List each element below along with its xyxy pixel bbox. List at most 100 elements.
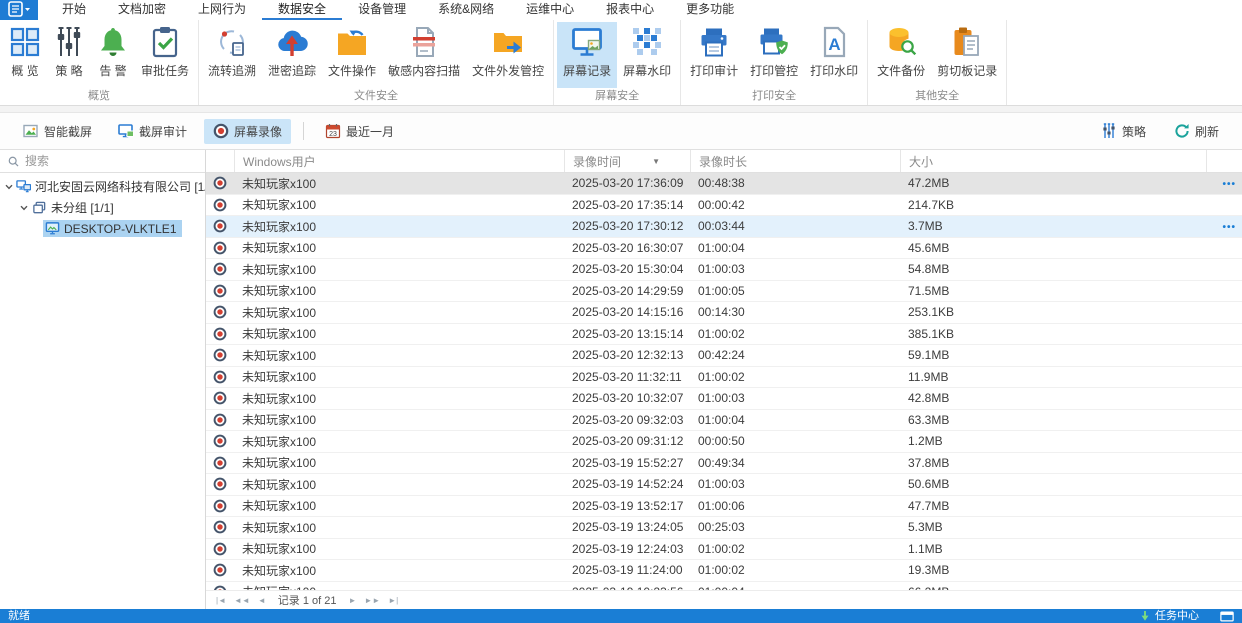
menu-tab[interactable]: 数据安全 (262, 0, 343, 20)
record-icon (213, 348, 227, 362)
menu-tab[interactable]: 运维中心 (510, 0, 590, 20)
ribbon-button-label: 屏幕水印 (623, 64, 672, 78)
app-menu-button[interactable] (0, 0, 38, 20)
cell-user: 未知玩家x100 (242, 219, 317, 234)
pagination-prev-button[interactable]: ◄ (254, 596, 270, 605)
tree-node-company[interactable]: 河北安固云网络科技有限公司 [1/1] (0, 176, 205, 197)
cell-duration: 00:14:30 (698, 305, 745, 320)
folder-out-icon (492, 26, 524, 58)
cell-duration: 00:03:44 (698, 219, 745, 234)
ribbon-button[interactable]: 敏感内容扫描 (382, 22, 466, 88)
table-row[interactable]: 未知玩家x100 2025-03-20 12:32:13 00:42:24 59.1M… (206, 345, 1242, 367)
tree-node-label: 河北安固云网络科技有限公司 [1/1] (35, 180, 205, 194)
tree-node-ungrouped[interactable]: 未分组 [1/1] (0, 197, 205, 218)
cell-actions: ••• (1206, 176, 1242, 190)
table-row[interactable]: 未知玩家x100 2025-03-20 17:30:12 00:03:44 3.7MB… (206, 216, 1242, 238)
ribbon-group: 屏幕记录 屏幕水印 屏幕安全 (554, 20, 682, 105)
column-header-size[interactable]: 大小 (900, 150, 1206, 172)
table-row[interactable]: 未知玩家x100 2025-03-19 15:52:27 00:49:34 37.8M… (206, 452, 1242, 474)
table-body: 未知玩家x100 2025-03-20 17:36:09 00:48:38 47.2M… (206, 173, 1242, 609)
ribbon-button[interactable]: 告 警 (91, 22, 135, 88)
chevron-down-icon[interactable] (4, 182, 14, 192)
record-cell (206, 348, 234, 362)
toolbar-divider (303, 122, 305, 140)
table-row[interactable]: 未知玩家x100 2025-03-20 11:32:11 01:00:02 11.9M… (206, 366, 1242, 388)
column-header-time[interactable]: 录像时间 ▼ (564, 150, 690, 172)
cell-size: 253.1KB (908, 305, 955, 320)
ribbon-button[interactable]: 屏幕水印 (617, 22, 677, 88)
pagination-next-button[interactable]: ► (344, 596, 360, 605)
pagination-last-button[interactable]: ►| (384, 596, 402, 605)
table-row[interactable]: 未知玩家x100 2025-03-20 17:36:09 00:48:38 47.2M… (206, 173, 1242, 195)
task-center-button[interactable]: 任务中心 (1155, 610, 1199, 623)
ribbon-button[interactable]: 审批任务 (135, 22, 195, 88)
cell-user: 未知玩家x100 (242, 413, 317, 428)
ribbon-button[interactable]: 打印管控 (744, 22, 804, 88)
table-row[interactable]: 未知玩家x100 2025-03-19 13:24:05 00:25:03 5.3MB (206, 517, 1242, 539)
ribbon-button-label: 流转追溯 (208, 64, 257, 78)
chevron-down-icon[interactable] (17, 203, 30, 213)
table-row[interactable]: 未知玩家x100 2025-03-20 17:35:14 00:00:42 214.7… (206, 194, 1242, 216)
table-row[interactable]: 未知玩家x100 2025-03-19 12:24:03 01:00:02 1.1MB (206, 538, 1242, 560)
menu-tab[interactable]: 系统&网络 (422, 0, 510, 20)
toolbar-button[interactable]: 截屏审计 (109, 119, 196, 144)
ribbon-button[interactable]: 概 览 (3, 22, 47, 88)
table-row[interactable]: 未知玩家x100 2025-03-19 11:24:00 01:00:02 19.3M… (206, 560, 1242, 582)
table-row[interactable]: 未知玩家x100 2025-03-20 16:30:07 01:00:04 45.6M… (206, 237, 1242, 259)
search-input[interactable] (25, 154, 198, 168)
ribbon-button[interactable]: 剪切板记录 (931, 22, 1003, 88)
ribbon-button[interactable]: A 打印水印 (804, 22, 864, 88)
table-row[interactable]: 未知玩家x100 2025-03-20 14:29:59 01:00:05 71.5M… (206, 280, 1242, 302)
row-menu-button[interactable]: ••• (1222, 222, 1236, 233)
table-row[interactable]: 未知玩家x100 2025-03-20 13:15:14 01:00:02 385.1… (206, 323, 1242, 345)
table-row[interactable]: 未知玩家x100 2025-03-20 09:31:12 00:00:50 1.2MB (206, 431, 1242, 453)
toolbar-button[interactable]: 智能截屏 (14, 119, 101, 144)
ribbon-button[interactable]: 打印审计 (684, 22, 744, 88)
pagination-first-button[interactable]: |◄ (212, 596, 230, 605)
tree-node-host[interactable]: DESKTOP-VLKTLE1 (0, 218, 205, 239)
ribbon-button[interactable]: 文件备份 (871, 22, 931, 88)
table-row[interactable]: 未知玩家x100 2025-03-20 10:32:07 01:00:03 42.8M… (206, 388, 1242, 410)
ribbon-button[interactable]: 文件外发管控 (466, 22, 550, 88)
toolbar-button[interactable]: 刷新 (1165, 119, 1228, 144)
pagination-prev-page-button[interactable]: ◄◄ (230, 596, 254, 605)
table-row[interactable]: 未知玩家x100 2025-03-20 14:15:16 00:14:30 253.1… (206, 302, 1242, 324)
toolbar-button[interactable]: 屏幕录像 (204, 118, 292, 144)
record-icon (213, 327, 227, 341)
ribbon-button[interactable]: 文件操作 (322, 22, 382, 88)
table-row[interactable]: 未知玩家x100 2025-03-19 14:52:24 01:00:03 50.6M… (206, 474, 1242, 496)
menu-tab[interactable]: 上网行为 (182, 0, 262, 20)
ribbon-button[interactable]: 流转追溯 (202, 22, 262, 88)
toolbar-button[interactable]: 策略 (1092, 119, 1155, 144)
cell-size: 71.5MB (908, 283, 950, 298)
ribbon-button[interactable]: 泄密追踪 (262, 22, 322, 88)
cell-duration: 01:00:02 (698, 369, 745, 384)
date-filter-button[interactable]: 23 最近一月 (316, 119, 403, 144)
table-row[interactable]: 未知玩家x100 2025-03-19 13:52:17 01:00:06 47.7M… (206, 495, 1242, 517)
table-row[interactable]: 未知玩家x100 2025-03-20 09:32:03 01:00:04 63.3M… (206, 409, 1242, 431)
pagination-next-page-button[interactable]: ►► (360, 596, 384, 605)
record-cell (206, 262, 234, 276)
cell-time: 2025-03-20 17:30:12 (572, 219, 684, 234)
cell-duration: 01:00:05 (698, 283, 745, 298)
task-window-icon[interactable] (1220, 611, 1234, 622)
group-icon (32, 200, 47, 215)
cell-user: 未知玩家x100 (242, 176, 317, 191)
menu-tab[interactable]: 设备管理 (342, 0, 422, 20)
table-row[interactable]: 未知玩家x100 2025-03-20 15:30:04 01:00:03 54.8M… (206, 259, 1242, 281)
ribbon-button[interactable]: 屏幕记录 (557, 22, 618, 88)
ribbon-button[interactable]: 策 略 (47, 22, 91, 88)
menu-tab[interactable]: 文档加密 (102, 0, 182, 20)
main-panel: Windows用户 录像时间 ▼ 录像时长 大小 未知玩家x100 2025-03… (206, 150, 1242, 609)
menu-tab[interactable]: 开始 (46, 0, 102, 20)
row-menu-button[interactable]: ••• (1222, 179, 1236, 190)
menu-tab[interactable]: 更多功能 (670, 0, 750, 20)
ribbon-divider (0, 106, 1242, 113)
statusbar-right: 任务中心 (1140, 610, 1234, 623)
column-header-user[interactable]: Windows用户 (234, 150, 564, 172)
policy-icon (1101, 123, 1117, 139)
column-header-record (206, 150, 234, 172)
menu-tab[interactable]: 报表中心 (590, 0, 670, 20)
column-header-duration[interactable]: 录像时长 (690, 150, 900, 172)
cell-duration: 00:00:42 (698, 197, 745, 212)
